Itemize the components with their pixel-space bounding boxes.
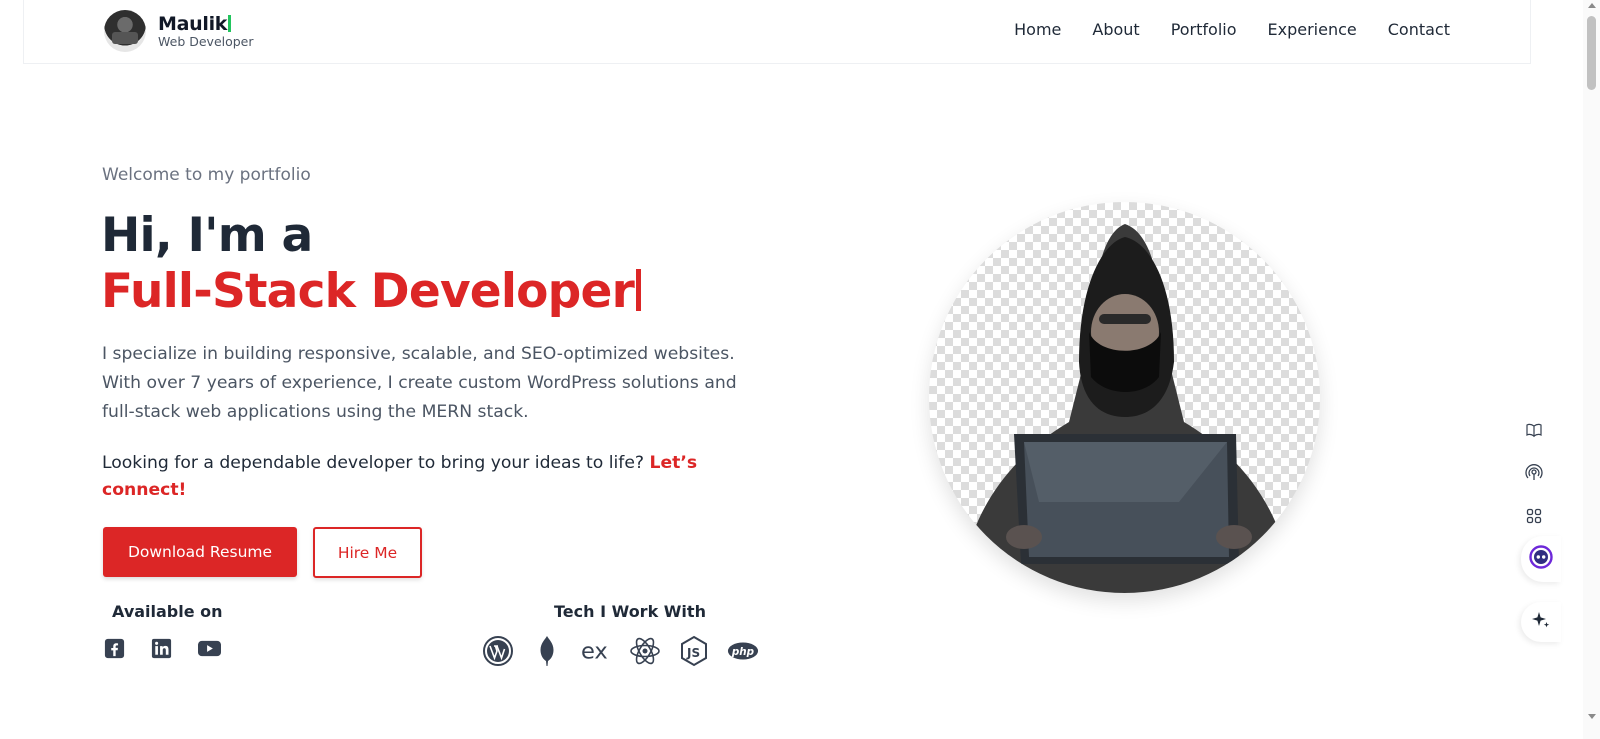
cta-paragraph: Looking for a dependable developer to br… [102,450,732,504]
welcome-text: Welcome to my portfolio [102,165,311,185]
svg-text:ex: ex [581,639,608,665]
grid-icon [1526,508,1542,528]
hero-greeting: Hi, I'm a [101,208,313,263]
hero-role-text: Full-Stack Developer [101,264,635,319]
tech-icons: ex JS php [482,634,759,668]
scroll-up-icon[interactable] [1588,3,1596,8]
portfolio-page: Maulik Web Developer Home About Portfoli… [0,0,1600,739]
main-nav: Home About Portfolio Experience Contact [983,20,1450,39]
nav-portfolio[interactable]: Portfolio [1171,20,1237,39]
download-resume-button[interactable]: Download Resume [103,527,297,577]
apps-tool[interactable] [1514,498,1554,538]
hero-role: Full-Stack Developer [101,264,641,319]
svg-text:JS: JS [686,646,700,660]
nav-about[interactable]: About [1092,20,1139,39]
sparkle-icon [1531,610,1551,634]
assistant-tool[interactable] [1521,536,1561,582]
linkedin-icon[interactable] [150,637,173,660]
brand[interactable]: Maulik Web Developer [104,10,254,52]
assistant-icon [1529,545,1553,573]
mongodb-icon [531,634,563,668]
youtube-icon[interactable] [197,637,221,660]
brand-name: Maulik [158,13,228,35]
broadcast-icon [1525,464,1543,486]
hero-bio: I specialize in building responsive, sca… [102,344,737,422]
hire-me-button[interactable]: Hire Me [313,527,422,578]
nav-experience[interactable]: Experience [1268,20,1357,39]
reader-tool[interactable] [1514,412,1554,452]
scrollbar[interactable] [1583,0,1600,739]
nav-home[interactable]: Home [1014,20,1061,39]
express-icon: ex [580,634,612,668]
svg-text:php: php [731,646,754,658]
profile-image [929,202,1320,593]
php-icon: php [727,634,759,668]
nodejs-icon: JS [678,634,710,668]
brand-text: Maulik Web Developer [158,13,254,49]
wordpress-icon [482,634,514,668]
cta-text: Looking for a dependable developer to br… [102,453,650,473]
floating-toolbar [1514,412,1554,541]
scroll-thumb[interactable] [1587,16,1596,90]
podcast-tool[interactable] [1514,455,1554,495]
brand-subtitle: Web Developer [158,34,254,49]
ai-sparkle-tool[interactable] [1521,602,1561,642]
facebook-icon[interactable] [103,637,126,660]
book-icon [1526,422,1542,442]
react-icon [629,634,661,668]
available-on-title: Available on [112,602,223,621]
scroll-down-icon[interactable] [1588,714,1596,719]
nav-contact[interactable]: Contact [1388,20,1450,39]
typing-cursor-icon [635,269,641,311]
social-links [103,637,221,660]
site-header: Maulik Web Developer Home About Portfoli… [23,0,1531,64]
tech-title: Tech I Work With [554,602,706,621]
avatar [104,10,146,52]
typing-cursor-icon [228,15,232,32]
